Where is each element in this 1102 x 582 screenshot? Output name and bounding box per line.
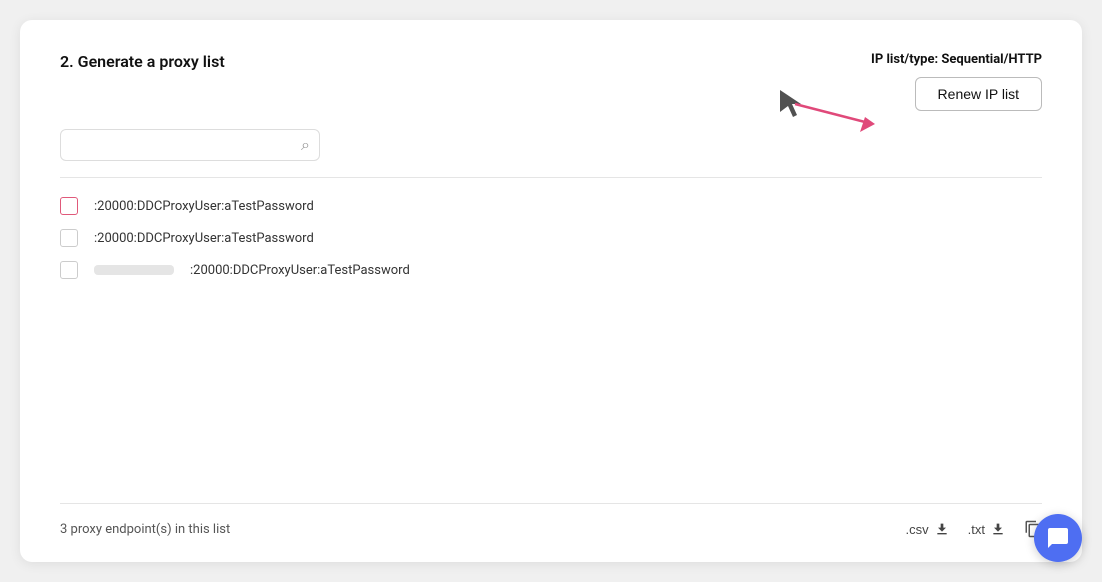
csv-label: .csv: [906, 522, 929, 537]
ip-type-label: IP list/type: Sequential/HTTP: [871, 52, 1042, 67]
txt-label: .txt: [968, 522, 985, 537]
footer-row: 3 proxy endpoint(s) in this list .csv .t…: [60, 503, 1042, 538]
divider: [60, 177, 1042, 178]
proxy-count-label: 3 proxy endpoint(s) in this list: [60, 522, 230, 537]
proxy-ip-placeholder: [94, 265, 174, 275]
row-checkbox-3[interactable]: [60, 261, 78, 279]
section-title: 2. Generate a proxy list: [60, 52, 225, 71]
proxy-list: :20000:DDCProxyUser:aTestPassword :20000…: [60, 190, 1042, 503]
proxy-entry-3: :20000:DDCProxyUser:aTestPassword: [190, 263, 410, 278]
proxy-row: :20000:DDCProxyUser:aTestPassword: [60, 254, 1042, 286]
row-checkbox-1[interactable]: [60, 197, 78, 215]
chat-icon: [1046, 526, 1070, 550]
proxy-list-card: 2. Generate a proxy list IP list/type: S…: [20, 20, 1082, 562]
proxy-row: :20000:DDCProxyUser:aTestPassword: [60, 222, 1042, 254]
row-checkbox-2[interactable]: [60, 229, 78, 247]
header-row: 2. Generate a proxy list IP list/type: S…: [60, 52, 1042, 111]
download-icon: [990, 521, 1006, 537]
ip-type-area: IP list/type: Sequential/HTTP Renew IP l…: [871, 52, 1042, 111]
chat-bubble[interactable]: [1034, 514, 1082, 562]
proxy-entry-1: :20000:DDCProxyUser:aTestPassword: [94, 199, 314, 214]
proxy-row: :20000:DDCProxyUser:aTestPassword: [60, 190, 1042, 222]
renew-ip-list-button[interactable]: Renew IP list: [915, 77, 1042, 111]
search-input-wrap: ⌕: [60, 129, 320, 161]
search-row: ⌕: [60, 129, 1042, 161]
txt-download-button[interactable]: .txt: [968, 521, 1006, 537]
csv-download-button[interactable]: .csv: [906, 521, 950, 537]
search-input[interactable]: [60, 129, 320, 161]
proxy-entry-2: :20000:DDCProxyUser:aTestPassword: [94, 231, 314, 246]
download-icon: [934, 521, 950, 537]
footer-actions: .csv .txt: [906, 520, 1042, 538]
